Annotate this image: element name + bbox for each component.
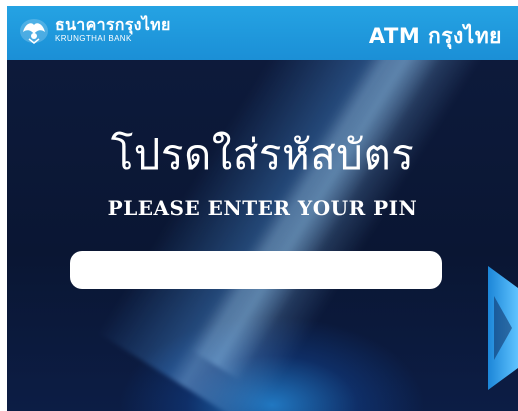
main-area: โปรดใส่รหัสบัตร PLEASE ENTER YOUR PIN: [7, 60, 518, 411]
krungthai-bird-logo-icon: [20, 19, 48, 44]
bank-name: ธนาคารกรุงไทย KRUNGTHAI BANK: [55, 17, 171, 43]
prompt-english: PLEASE ENTER YOUR PIN: [107, 196, 418, 220]
header-bar: ธนาคารกรุงไทย KRUNGTHAI BANK ATM กรุงไทย: [7, 6, 518, 60]
header-title: ATM กรุงไทย: [368, 24, 502, 48]
atm-screen: ธนาคารกรุงไทย KRUNGTHAI BANK ATM กรุงไทย…: [7, 6, 518, 411]
prompt-thai: โปรดใส่รหัสบัตร: [110, 130, 415, 179]
pin-input[interactable]: [70, 251, 442, 289]
bank-logo: ธนาคารกรุงไทย KRUNGTHAI BANK: [19, 16, 171, 44]
atm-frame: ธนาคารกรุงไทย KRUNGTHAI BANK ATM กรุงไทย…: [0, 0, 518, 411]
bank-name-en: KRUNGTHAI BANK: [55, 34, 132, 43]
bank-name-thai: ธนาคารกรุงไทย: [55, 15, 171, 34]
arrow-right-icon[interactable]: [488, 266, 518, 390]
